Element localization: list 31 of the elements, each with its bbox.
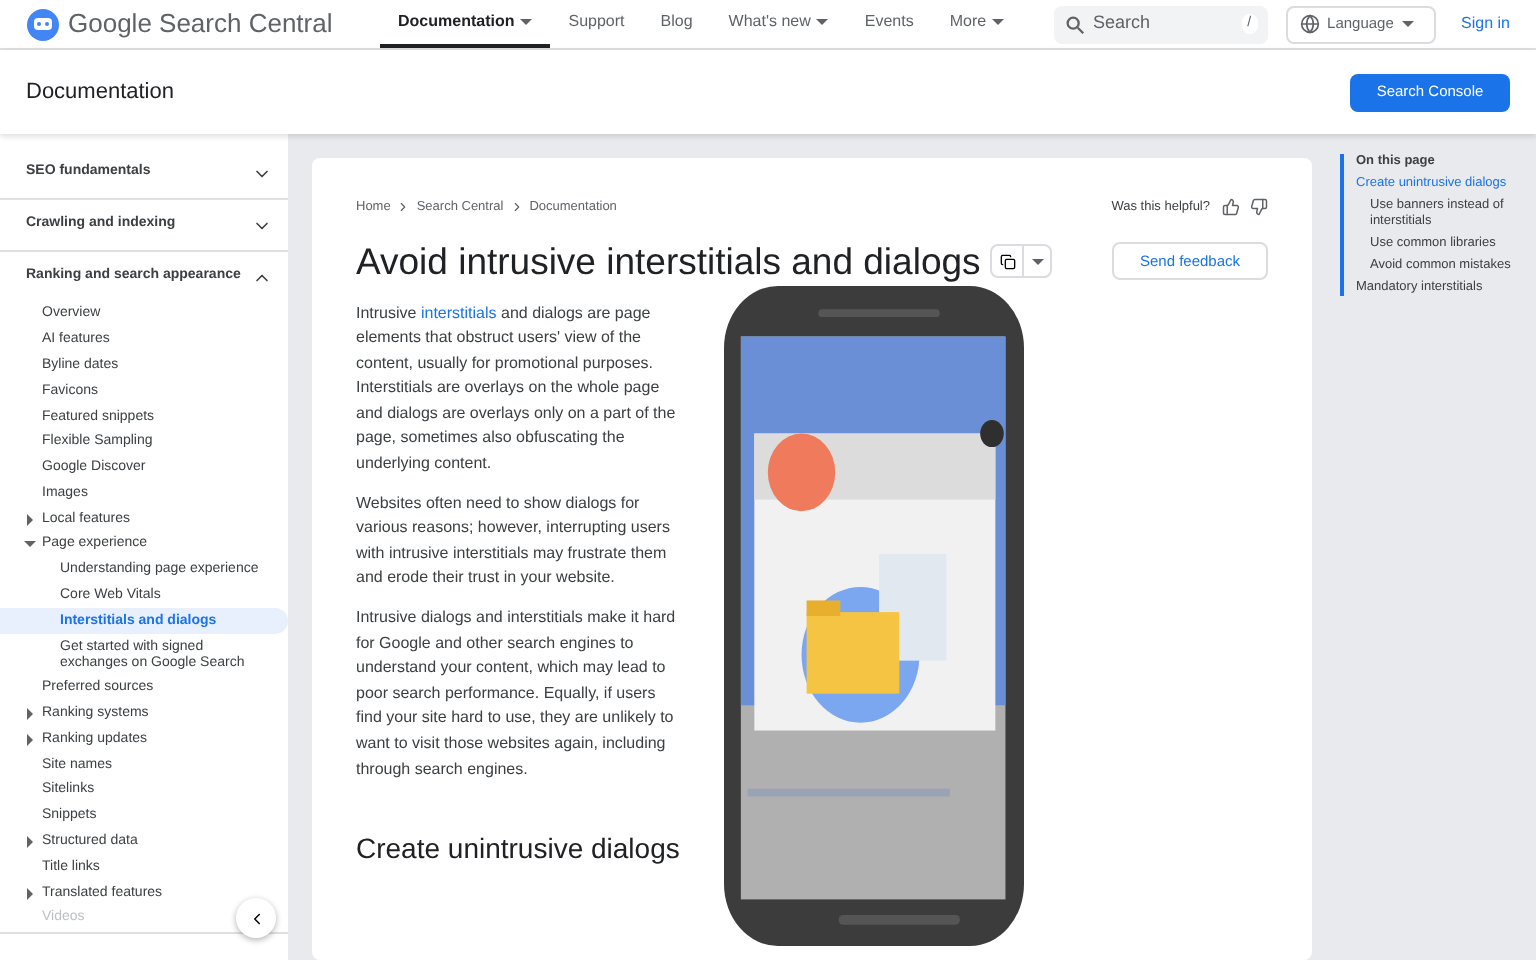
nav-tab[interactable]: Blog	[642, 0, 711, 48]
page-title: Avoid intrusive interstitials and dialogs	[356, 237, 981, 286]
nav-tab[interactable]: Events	[846, 0, 932, 48]
body-paragraph: Intrusive interstitials and dialogs are page elements that obstruct users' view of the content, usually for promotional purposes. Interstitials are overlays on the whole page and dialogs are overlays only on a part of the page, sometimes also obfuscating the underlying content.	[356, 301, 678, 477]
interstitials-link[interactable]: interstitials	[420, 303, 497, 321]
sign-in-link[interactable]: Sign in	[1461, 12, 1510, 36]
globe-icon	[1299, 14, 1320, 34]
caret-icon	[1031, 255, 1044, 268]
thumbs-down-icon[interactable]	[1250, 198, 1268, 217]
section-title: Documentation	[26, 77, 174, 108]
copy-icon	[999, 253, 1016, 270]
body-paragraph: Intrusive dialogs and interstitials make it hard for Google and other search engines to understand your content, which may lead to poor search performance. Equally, if users find your site hard to use, they are unlikely to want to visit those websites again, including through search engines.	[356, 606, 678, 782]
thumbs-up-icon[interactable]	[1222, 198, 1240, 217]
nav-tab[interactable]: What's new	[710, 0, 847, 48]
body-paragraph: Websites often need to show dialogs for various reasons; however, interrupting users with intrusive interstitials may frustrate them and erode their trust in your website.	[356, 491, 672, 591]
caret-icon	[520, 16, 533, 28]
section-heading: Create unintrusive dialogs	[356, 836, 680, 862]
robot-logo-icon[interactable]	[26, 7, 60, 41]
caret-icon	[24, 836, 36, 849]
nav-tab[interactable]: More	[931, 0, 1023, 48]
site-title[interactable]: Google Search Central	[68, 4, 333, 44]
search-input[interactable]: Search	[1093, 10, 1234, 38]
breadcrumb-separator-icon	[396, 200, 411, 215]
copy-button-group[interactable]	[990, 244, 1053, 279]
caret-icon	[24, 887, 36, 900]
caret-icon	[1401, 18, 1414, 30]
nav-tab[interactable]: Support	[550, 0, 643, 48]
breadcrumb-separator-icon	[509, 200, 524, 215]
caret-icon	[992, 16, 1005, 28]
caret-icon	[816, 16, 829, 28]
search-icon	[1063, 13, 1086, 35]
